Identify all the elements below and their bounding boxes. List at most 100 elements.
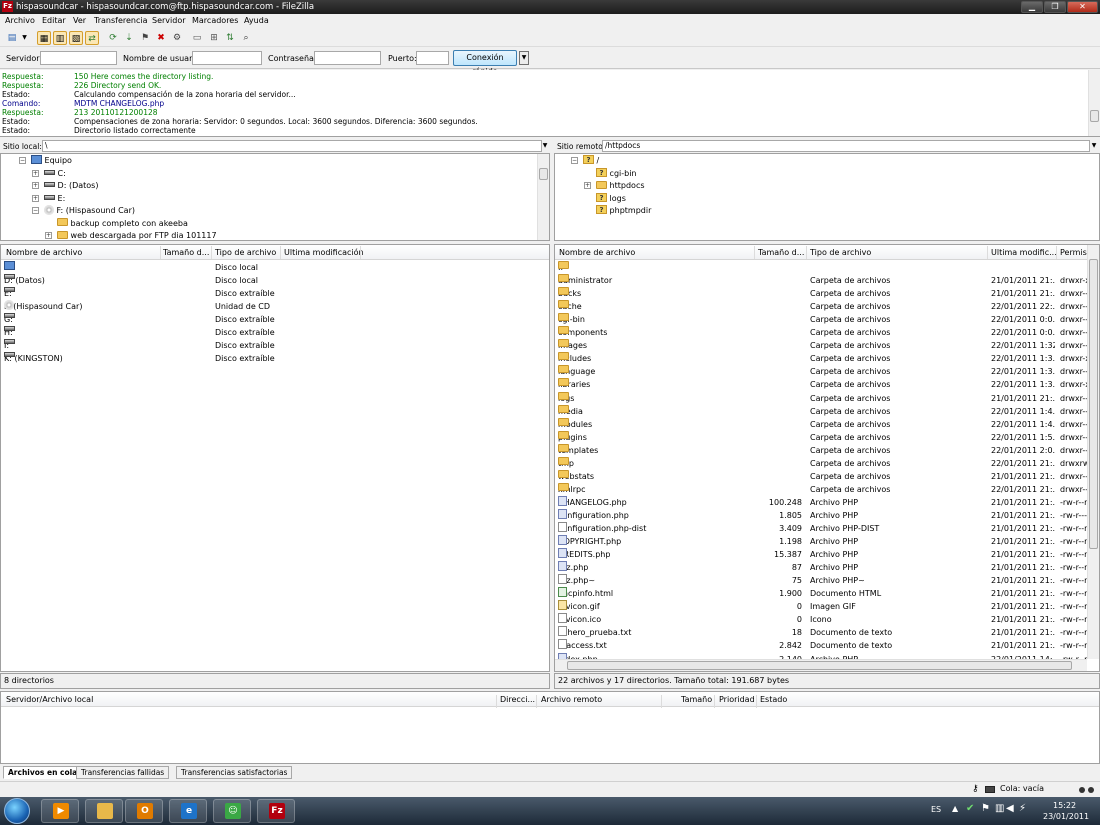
taskbar-app-messenger[interactable]: ☺ xyxy=(213,799,251,823)
remote-file-row[interactable]: logs Carpeta de archivos 21/01/2011 21:...… xyxy=(555,391,1099,405)
remote-col-size[interactable]: Tamaño d... xyxy=(758,248,804,257)
column-separator[interactable] xyxy=(754,246,755,259)
toggle-log-icon[interactable]: ▦ xyxy=(37,31,51,45)
remote-list-hscrollbar-thumb[interactable] xyxy=(567,661,1072,670)
show-hidden-icons-icon[interactable]: ▲ xyxy=(952,804,958,813)
menu-ayuda[interactable]: Ayuda xyxy=(244,16,269,25)
process-queue-icon[interactable]: ⇣ xyxy=(122,31,136,45)
taskbar-app-internet-explorer[interactable]: e xyxy=(169,799,207,823)
taskbar-app-media-player[interactable]: ▶ xyxy=(41,799,79,823)
disconnect-icon[interactable]: ✖ xyxy=(154,31,168,45)
cancel-operation-icon[interactable]: ⚑ xyxy=(138,31,152,45)
local-col-type[interactable]: Tipo de archivo xyxy=(215,248,276,257)
queue-col-direction[interactable]: Direcci... xyxy=(500,695,535,704)
tree-node[interactable]: C: xyxy=(44,168,66,180)
quickconnect-dropdown-button[interactable]: ▼ xyxy=(519,51,529,65)
tree-expander-plus-icon[interactable]: + xyxy=(32,182,39,189)
queue-col-priority[interactable]: Prioridad xyxy=(719,695,755,704)
column-separator[interactable] xyxy=(536,695,537,708)
tab-successful-transfers[interactable]: Transferencias satisfactorias xyxy=(176,766,293,779)
local-file-row[interactable]: H: Disco extraíble xyxy=(1,326,549,339)
remote-file-list[interactable]: Nombre de archivo Tamaño d... Tipo de ar… xyxy=(554,244,1100,672)
tree-node[interactable]: httpdocs xyxy=(596,180,645,192)
remote-file-row[interactable]: templates Carpeta de archivos 22/01/2011 2… xyxy=(555,443,1099,457)
server-input[interactable] xyxy=(40,51,117,65)
local-col-modified[interactable]: Ultima modificación xyxy=(284,248,364,257)
tree-node[interactable]: E: xyxy=(44,193,65,205)
volume-icon[interactable]: ◀ xyxy=(1006,803,1014,814)
log-scrollbar[interactable] xyxy=(1088,70,1100,136)
remote-list-hscrollbar[interactable] xyxy=(555,659,1087,671)
remote-file-row[interactable]: includes Carpeta de archivos 22/01/2011 1:… xyxy=(555,352,1099,365)
column-separator[interactable] xyxy=(211,246,212,259)
tree-node[interactable]: F: (Hispasound Car) xyxy=(44,204,135,217)
local-file-row[interactable]: D: (Datos) Disco local xyxy=(1,274,549,287)
remote-file-row[interactable]: webstats Carpeta de archivos 21/01/2011 21… xyxy=(555,469,1099,483)
queue-col-status[interactable]: Estado xyxy=(760,695,787,704)
username-input[interactable] xyxy=(192,51,262,65)
remote-file-row[interactable]: drz.php~ 75 Archivo PHP~ 21/01/2011 21:... -… xyxy=(555,574,1099,587)
remote-col-name[interactable]: Nombre de archivo xyxy=(559,248,635,257)
local-tree-scrollbar[interactable] xyxy=(537,154,549,240)
queue-col-size[interactable]: Tamaño xyxy=(681,695,712,704)
remote-file-row[interactable]: images Carpeta de archivos 22/01/2011 1:32… xyxy=(555,339,1099,352)
remote-file-row[interactable]: fichero_prueba.txt 18 Documento de texto 21… xyxy=(555,626,1099,639)
column-separator[interactable] xyxy=(496,695,497,708)
menu-ver[interactable]: Ver xyxy=(73,16,86,25)
remote-file-row[interactable]: language Carpeta de archivos 22/01/2011 1:… xyxy=(555,365,1099,378)
network-status-icon[interactable]: ✔ xyxy=(966,803,974,814)
column-separator[interactable] xyxy=(160,246,161,259)
remote-file-row[interactable]: htaccess.txt 2.842 Documento de texto 21/01… xyxy=(555,639,1099,652)
remote-file-row[interactable]: plugins Carpeta de archivos 22/01/2011 1:5… xyxy=(555,430,1099,444)
tab-queued-files[interactable]: Archivos en cola xyxy=(3,766,83,779)
local-file-row[interactable]: G: Disco extraíble xyxy=(1,313,549,326)
minimize-button[interactable]: ▁ xyxy=(1021,1,1043,13)
remote-file-row[interactable]: media Carpeta de archivos 22/01/2011 1:4..… xyxy=(555,404,1099,418)
toggle-remote-tree-icon[interactable]: ▧ xyxy=(69,31,83,45)
column-separator[interactable] xyxy=(987,246,988,259)
remote-col-modified[interactable]: Ultima modific... xyxy=(991,248,1057,257)
password-input[interactable] xyxy=(314,51,381,65)
local-path-dropdown[interactable]: ▼ xyxy=(540,140,550,152)
local-directory-tree[interactable]: − Equipo + C: + D: (Datos) + E: − F: (Hispas… xyxy=(0,153,550,241)
tree-expander-minus-icon[interactable]: − xyxy=(571,157,578,164)
taskbar-app-filezilla[interactable]: Fz xyxy=(257,799,295,823)
tree-node[interactable]: ? cgi-bin xyxy=(596,167,637,180)
log-scrollbar-thumb[interactable] xyxy=(1090,110,1099,122)
remote-file-row[interactable]: .. xyxy=(555,261,1099,274)
local-file-list[interactable]: Nombre de archivo Tamaño d... Tipo de ar… xyxy=(0,244,550,672)
tree-node[interactable]: ? phptmpdir xyxy=(596,205,651,217)
remote-file-row[interactable]: COPYRIGHT.php 1.198 Archivo PHP 21/01/2011 … xyxy=(555,535,1099,548)
remote-col-type[interactable]: Tipo de archivo xyxy=(810,248,871,257)
remote-file-row[interactable]: drz.php 87 Archivo PHP 21/01/2011 21:... -rw… xyxy=(555,561,1099,574)
remote-file-row[interactable]: administrator Carpeta de archivos 21/01/20… xyxy=(555,274,1099,287)
local-tree-scrollbar-thumb[interactable] xyxy=(539,168,548,180)
remote-file-row[interactable]: favicon.gif 0 Imagen GIF 21/01/2011 21:... -… xyxy=(555,600,1099,613)
start-button[interactable] xyxy=(4,798,30,824)
remote-file-row[interactable]: modules Carpeta de archivos 22/01/2011 1:4… xyxy=(555,417,1099,431)
tree-expander-plus-icon[interactable]: + xyxy=(32,169,39,177)
column-separator[interactable] xyxy=(1056,246,1057,259)
port-input[interactable] xyxy=(416,51,449,65)
remote-file-row[interactable]: ehcpinfo.html 1.900 Documento HTML 21/01/20… xyxy=(555,587,1099,600)
refresh-icon[interactable]: ⟳ xyxy=(106,31,120,45)
local-file-row[interactable]: C: Disco local xyxy=(1,261,549,274)
menu-editar[interactable]: Editar xyxy=(42,16,66,25)
close-button[interactable]: ✕ xyxy=(1067,1,1098,13)
local-col-size[interactable]: Tamaño d... xyxy=(163,248,209,257)
column-separator[interactable] xyxy=(756,695,757,708)
remote-file-row[interactable]: cgi-bin Carpeta de archivos 22/01/2011 0:0… xyxy=(555,313,1099,326)
menu-transferencia[interactable]: Transferencia xyxy=(94,16,148,25)
local-file-row[interactable]: E: Disco extraíble xyxy=(1,287,549,300)
maximize-button[interactable]: ❐ xyxy=(1044,1,1066,13)
language-indicator[interactable]: ES xyxy=(931,805,941,814)
site-manager-icon[interactable]: ▤ xyxy=(5,31,19,45)
message-log[interactable]: Respuesta: 150 Here comes the directory l… xyxy=(0,70,1100,137)
menu-archivo[interactable]: Archivo xyxy=(5,16,35,25)
taskbar-app-explorer[interactable] xyxy=(85,799,123,823)
filter-icon[interactable]: ⊞ xyxy=(207,31,221,45)
flag-icon[interactable]: ⚑ xyxy=(981,803,990,814)
search-icon[interactable]: ⌕ xyxy=(239,31,253,45)
local-path-input[interactable]: \ xyxy=(42,140,542,152)
speed-limit-icon[interactable] xyxy=(985,786,995,793)
